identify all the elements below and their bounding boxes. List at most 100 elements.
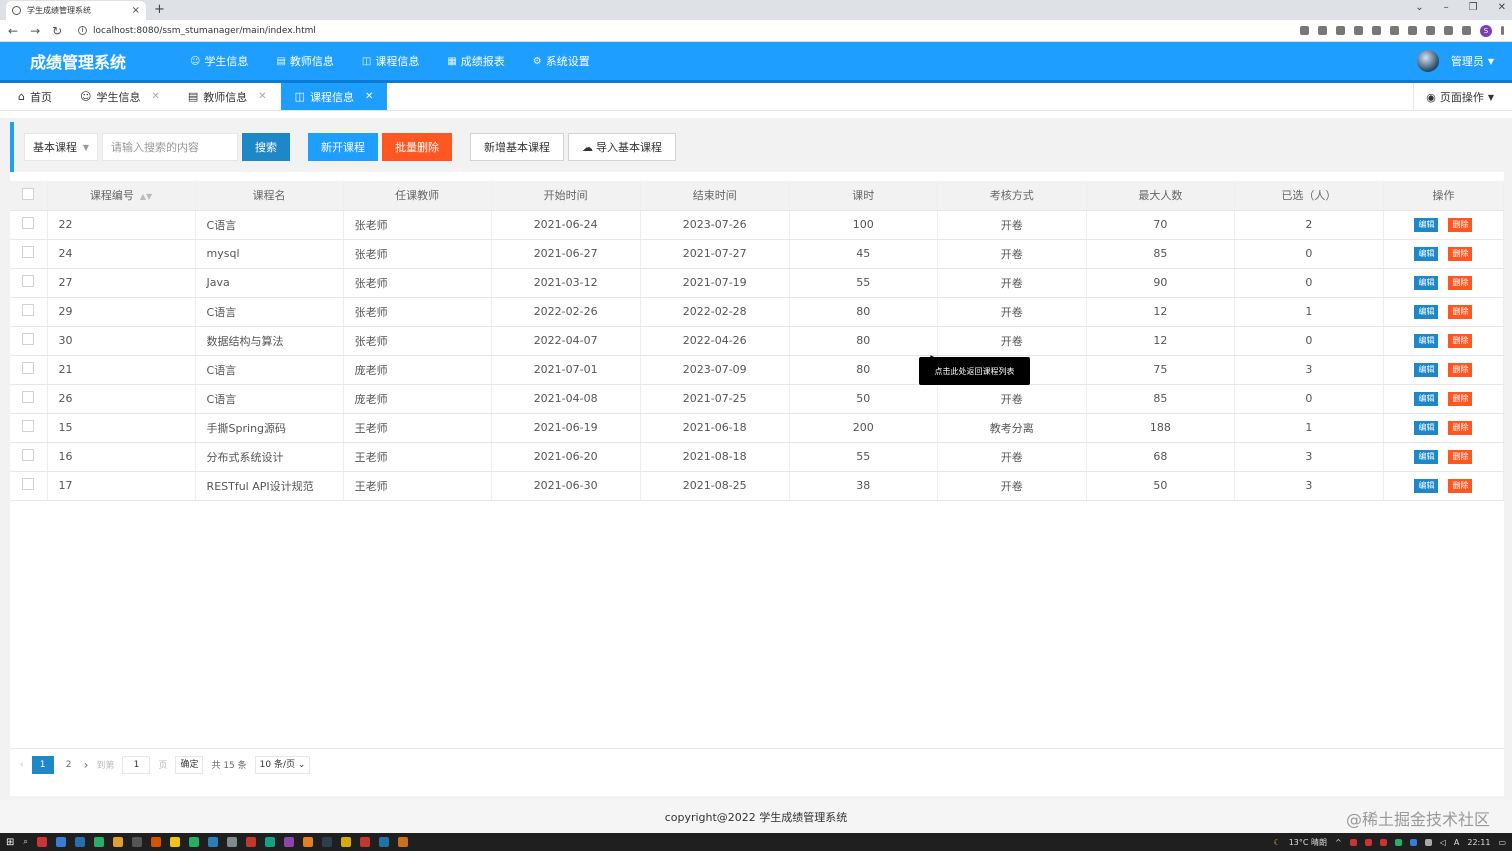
row-checkbox[interactable]	[10, 239, 48, 269]
nav-course-info[interactable]: ◫ 课程信息	[348, 53, 433, 69]
extension-icon[interactable]	[1372, 26, 1381, 35]
tray-icon[interactable]	[1364, 838, 1372, 846]
sidebar-icon[interactable]	[1462, 26, 1471, 35]
app-icon[interactable]	[321, 837, 332, 847]
chrome-icon[interactable]	[112, 837, 123, 847]
delete-button[interactable]: 删除	[1448, 218, 1473, 232]
prev-page-icon[interactable]: ‹	[20, 760, 24, 770]
row-checkbox[interactable]	[10, 384, 48, 414]
tab-home[interactable]: ⌂ 首页	[0, 83, 66, 110]
chevron-down-icon[interactable]: ⌄	[1415, 2, 1423, 13]
delete-button[interactable]: 删除	[1448, 479, 1473, 493]
row-checkbox[interactable]	[10, 326, 48, 356]
search-icon[interactable]: ⌕	[23, 837, 27, 847]
col-course-id[interactable]: 课程编号 ▲▼	[47, 181, 196, 211]
row-checkbox[interactable]	[10, 442, 48, 472]
tab-student-info[interactable]: ☺ 学生信息 ✕	[66, 83, 174, 110]
app-icon[interactable]	[226, 837, 237, 847]
edit-button[interactable]: 编辑	[1414, 305, 1439, 319]
select-all-checkbox[interactable]	[10, 181, 48, 211]
row-checkbox[interactable]	[10, 268, 48, 298]
tray-icon[interactable]	[1409, 838, 1417, 846]
nav-grade-report[interactable]: ▦ 成绩报表	[433, 53, 518, 69]
delete-button[interactable]: 删除	[1448, 421, 1473, 435]
goto-confirm-button[interactable]: 确定	[175, 755, 204, 774]
profile-avatar[interactable]: S	[1480, 24, 1492, 37]
restore-button[interactable]: ❐	[1469, 2, 1478, 13]
add-basic-course-button[interactable]: 新增基本课程	[470, 133, 564, 161]
folder-icon[interactable]	[169, 837, 180, 847]
page-current[interactable]: 1	[31, 755, 54, 774]
extension-icon[interactable]	[1408, 26, 1417, 35]
page-operations-button[interactable]: ◉ 页面操作 ▼	[1413, 83, 1512, 111]
reload-icon[interactable]: ↻	[52, 24, 62, 38]
extension-icon[interactable]	[1426, 26, 1435, 35]
share-icon[interactable]	[1336, 26, 1345, 35]
row-checkbox[interactable]	[10, 413, 48, 443]
edit-button[interactable]: 编辑	[1414, 218, 1439, 232]
app-icon[interactable]	[207, 837, 218, 847]
minimize-button[interactable]: –	[1444, 2, 1449, 13]
sort-icon[interactable]: ▲▼	[140, 192, 152, 201]
notification-icon[interactable]: ▭	[1498, 838, 1506, 847]
row-checkbox[interactable]	[10, 210, 48, 240]
key-icon[interactable]	[1300, 26, 1309, 35]
zoom-icon[interactable]	[1318, 26, 1327, 35]
edit-button[interactable]: 编辑	[1414, 276, 1439, 290]
weather-text[interactable]: 13°C 晴朗	[1289, 837, 1327, 848]
delete-button[interactable]: 删除	[1448, 334, 1473, 348]
edit-button[interactable]: 编辑	[1414, 247, 1439, 261]
edit-button[interactable]: 编辑	[1414, 392, 1439, 406]
nav-teacher-info[interactable]: ▤ 教师信息	[262, 53, 347, 69]
app-icon[interactable]	[264, 837, 275, 847]
app-icon[interactable]	[74, 837, 85, 847]
app-icon[interactable]	[302, 837, 313, 847]
app-icon[interactable]	[36, 837, 47, 847]
ime-icon[interactable]: A	[1454, 838, 1459, 847]
tab-course-info[interactable]: ◫ 课程信息 ✕	[280, 83, 388, 110]
page-size-select[interactable]: 10 条/页 ⌄	[254, 755, 311, 774]
app-icon[interactable]	[131, 837, 142, 847]
nav-student-info[interactable]: ☺ 学生信息	[176, 53, 262, 69]
app-icon[interactable]	[55, 837, 66, 847]
app-icon[interactable]	[378, 837, 389, 847]
chevron-up-icon[interactable]: ^	[1335, 838, 1342, 847]
camera-icon[interactable]	[1390, 26, 1399, 35]
delete-button[interactable]: 删除	[1448, 392, 1473, 406]
nav-system-settings[interactable]: ⚙ 系统设置	[519, 53, 604, 69]
delete-button[interactable]: 删除	[1448, 247, 1473, 261]
edit-button[interactable]: 编辑	[1414, 334, 1439, 348]
tab-teacher-info[interactable]: ▤ 教师信息 ✕	[174, 83, 281, 110]
page-2[interactable]: 2	[62, 760, 76, 770]
edit-button[interactable]: 编辑	[1414, 450, 1439, 464]
close-icon[interactable]: ✕	[151, 91, 159, 102]
search-input[interactable]: 请输入搜索的内容	[102, 133, 238, 161]
forward-icon[interactable]: →	[30, 24, 40, 38]
batch-delete-button[interactable]: 批量删除	[382, 133, 452, 161]
user-menu[interactable]: 管理员 ▼	[1416, 42, 1494, 80]
tray-icon[interactable]	[1394, 838, 1402, 846]
delete-button[interactable]: 删除	[1448, 276, 1473, 290]
close-icon[interactable]: ✕	[258, 91, 266, 102]
star-icon[interactable]	[1354, 26, 1363, 35]
app-icon[interactable]	[245, 837, 256, 847]
app-icon[interactable]	[150, 837, 161, 847]
close-tab-icon[interactable]: ×	[132, 5, 140, 16]
info-icon[interactable]: i	[78, 26, 87, 35]
new-course-button[interactable]: 新开课程	[308, 133, 378, 161]
browser-tab[interactable]: 学生成绩管理系统 ×	[6, 1, 146, 20]
url-text[interactable]: localhost:8080/ssm_stumanager/main/index…	[93, 26, 316, 36]
tray-icon[interactable]	[1424, 838, 1432, 846]
clock[interactable]: 22:11	[1467, 838, 1490, 847]
edit-button[interactable]: 编辑	[1414, 363, 1439, 377]
row-checkbox[interactable]	[10, 471, 48, 501]
course-type-select[interactable]: 基本课程 ▼	[24, 133, 98, 161]
wechat-icon[interactable]	[93, 837, 104, 847]
edit-button[interactable]: 编辑	[1414, 479, 1439, 493]
row-checkbox[interactable]	[10, 355, 48, 385]
next-page-icon[interactable]: ›	[84, 758, 89, 772]
back-icon[interactable]: ←	[8, 24, 18, 38]
close-icon[interactable]: ✕	[365, 91, 373, 102]
tray-icon[interactable]	[1379, 838, 1387, 846]
app-icon[interactable]	[359, 837, 370, 847]
